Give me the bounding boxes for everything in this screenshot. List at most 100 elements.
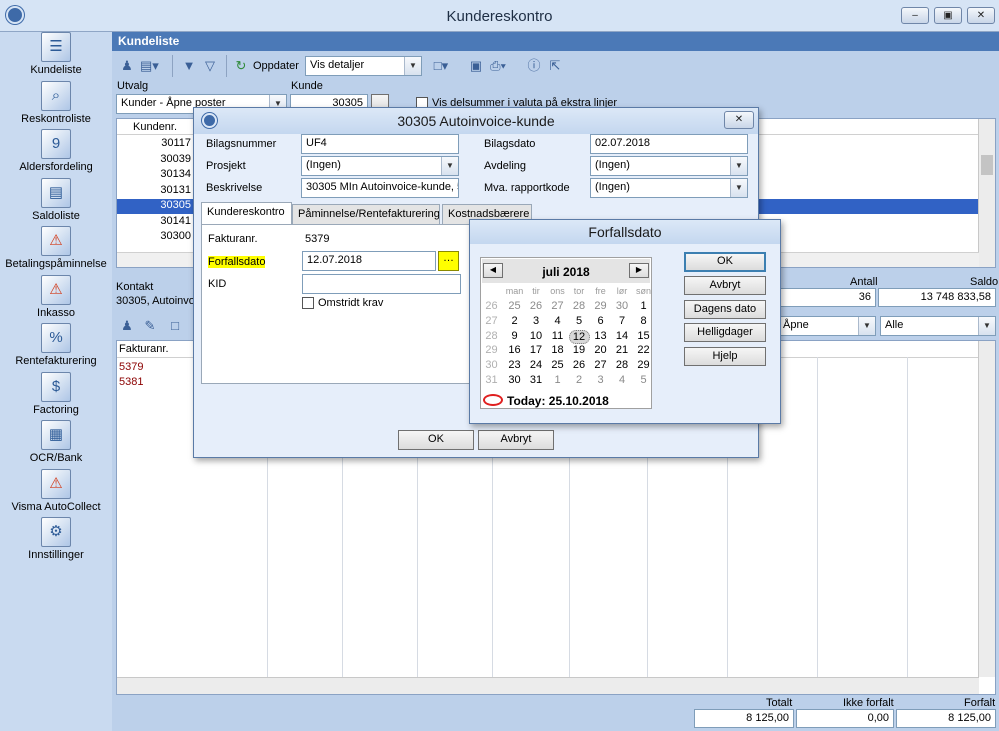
calendar-day[interactable]: 28 [569,300,590,312]
new-document-icon[interactable]: □▾ [432,57,450,75]
calendar-day[interactable]: 27 [547,300,568,312]
calendar-day[interactable]: 18 [547,344,568,356]
nav-item-11[interactable]: ⚙ Innstillinger [0,517,112,561]
calendar-day[interactable]: 6 [590,315,611,327]
minimize-button[interactable]: – [901,7,929,24]
scroll-thumb[interactable] [981,155,993,175]
nav-item-8[interactable]: $ Factoring [0,372,112,416]
holidays-button[interactable]: Helligdager [684,323,766,342]
todays-date-button[interactable]: Dagens dato [684,300,766,319]
calendar-day[interactable]: 29 [633,359,654,371]
calendar-day[interactable]: 22 [633,344,654,356]
document-icon[interactable]: □ [166,317,184,335]
invoice-row[interactable]: 5381 [119,376,143,388]
col-kundenr[interactable]: Kundenr. [133,121,177,133]
calendar-day[interactable]: 16 [504,344,525,356]
omstridt-krav-checkbox[interactable] [302,297,314,309]
calendar-day[interactable]: 13 [590,330,611,342]
edit-icon[interactable]: ✎ [141,317,159,335]
invoice-grid-hscrollbar[interactable] [117,677,979,694]
prosjekt-select[interactable]: (Ingen) ▼ [301,156,459,176]
nav-item-5[interactable]: ⚠ Betalingspåminnelse [0,226,112,270]
dialog-cancel-button[interactable]: Avbryt [478,430,554,450]
calendar-ok-button[interactable]: OK [684,252,766,272]
nav-item-7[interactable]: % Rentefakturering [0,323,112,367]
clear-filter-icon[interactable]: ▽ [201,57,219,75]
export-icon[interactable]: ▣ [467,57,485,75]
nav-item-4[interactable]: ▤ Saldoliste [0,178,112,222]
calendar-day[interactable]: 5 [569,315,590,327]
print-icon[interactable]: ⎙▾ [489,57,507,75]
calendar-day[interactable]: 3 [590,374,611,386]
filter-icon[interactable]: ▼ [180,57,198,75]
open-card-icon[interactable]: ♟ [118,317,136,335]
calendar-day[interactable]: 2 [504,315,525,327]
beskrivelse-input[interactable]: 30305 MIn Autoinvoice-kunde, 5 [301,178,459,198]
dialog-ok-button[interactable]: OK [398,430,474,450]
tab-paminnelse[interactable]: Påminnelse/Rentefakturering [292,204,440,225]
calendar-day[interactable]: 15 [633,330,654,342]
calendar-day[interactable]: 8 [633,315,654,327]
calendar-day[interactable]: 26 [569,359,590,371]
calendar-day[interactable]: 24 [526,359,547,371]
calendar-day[interactable]: 29 [590,300,611,312]
tab-kundereskontro[interactable]: Kundereskontro [201,202,292,225]
nav-item-10[interactable]: ⚠ Visma AutoCollect [0,469,112,513]
calendar-day[interactable]: 31 [526,374,547,386]
calendar-day[interactable]: 30 [612,300,633,312]
calendar-day[interactable]: 21 [612,344,633,356]
nav-item-3[interactable]: 9 Aldersfordeling [0,129,112,173]
calendar-day[interactable]: 2 [569,374,590,386]
bilagsnummer-input[interactable]: UF4 [301,134,459,154]
calendar-day[interactable]: 4 [612,374,633,386]
calendar-day[interactable]: 10 [526,330,547,342]
calendar-day[interactable]: 5 [633,374,654,386]
calendar-day[interactable]: 14 [612,330,633,342]
nav-item-1[interactable]: ☰ Kundeliste [0,32,112,76]
close-button[interactable]: ✕ [967,7,995,24]
help-icon[interactable]: ⓘ [525,57,543,75]
help-button[interactable]: Hjelp [684,347,766,366]
mva-select[interactable]: (Ingen) ▼ [590,178,748,198]
filter-all-select[interactable]: Alle ▼ [880,316,996,336]
refresh-label[interactable]: Oppdater [253,60,299,72]
calendar-day[interactable]: 23 [504,359,525,371]
maximize-button[interactable]: ▣ [934,7,962,24]
nav-item-9[interactable]: ▦ OCR/Bank [0,420,112,464]
calendar-day[interactable]: 28 [612,359,633,371]
card-dropdown-icon[interactable]: ▤▾ [140,57,159,75]
invoice-row[interactable]: 5379 [119,361,143,373]
avdeling-select[interactable]: (Ingen) ▼ [590,156,748,176]
prev-month-button[interactable]: ◀ [483,263,503,278]
calendar-day[interactable]: 25 [547,359,568,371]
calendar-day[interactable]: 1 [633,300,654,312]
bilagsdato-input[interactable]: 02.07.2018 [590,134,748,154]
filter-open-select[interactable]: Åpne ▼ [778,316,876,336]
nav-item-2[interactable]: ⌕ Reskontroliste [0,81,112,125]
calendar-day[interactable]: 26 [526,300,547,312]
invoice-grid-scrollbar[interactable] [978,341,995,677]
calendar-day[interactable]: 9 [504,330,525,342]
calendar-day[interactable]: 11 [547,330,568,342]
next-month-button[interactable]: ▶ [629,263,649,278]
calendar-day[interactable]: 27 [590,359,611,371]
calendar-cancel-button[interactable]: Avbryt [684,276,766,295]
calendar-day[interactable]: 12 [568,329,590,344]
view-select[interactable]: Vis detaljer ▼ [305,56,422,76]
today-label[interactable]: Today: 25.10.2018 [507,394,609,408]
nav-item-6[interactable]: ⚠ Inkasso [0,275,112,319]
dialog-close-button[interactable]: ✕ [724,111,754,129]
forfallsdato-input[interactable]: 12.07.2018 [302,251,436,271]
calendar-day[interactable]: 3 [526,315,547,327]
calendar-day[interactable]: 1 [547,374,568,386]
calendar-day[interactable]: 20 [590,344,611,356]
exit-icon[interactable]: ⇱ [546,57,564,75]
calendar-day[interactable]: 19 [569,344,590,356]
customer-card-icon[interactable]: ♟ [118,57,136,75]
refresh-icon[interactable]: ↻ [232,57,250,75]
customer-list-scrollbar[interactable] [978,119,995,267]
kid-input[interactable] [302,274,461,294]
calendar-day[interactable]: 17 [526,344,547,356]
calendar-day[interactable]: 7 [612,315,633,327]
col-fakturanr[interactable]: Fakturanr. [119,343,169,355]
